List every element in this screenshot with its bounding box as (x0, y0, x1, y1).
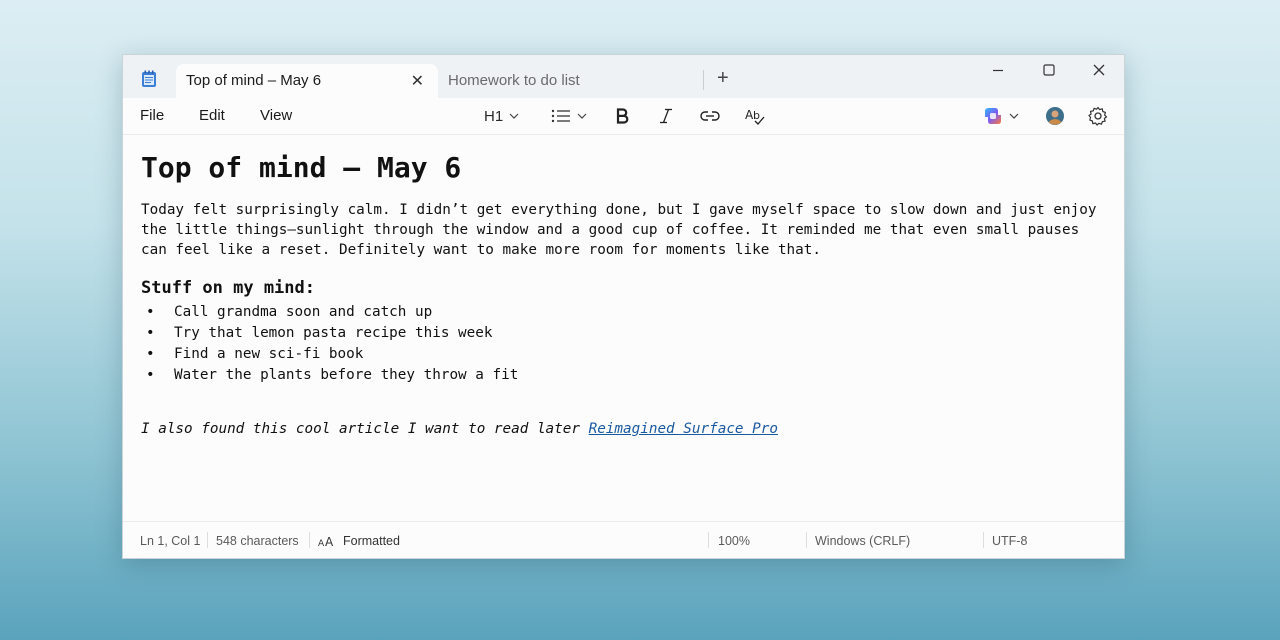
close-window-icon[interactable] (1084, 63, 1114, 87)
notepad-window: Top of mind – May 6 ✕ Homework to do lis… (122, 54, 1125, 559)
chevron-down-icon (509, 113, 519, 119)
spellcheck-icon: A b (745, 108, 765, 125)
bulleted-list-icon (551, 109, 570, 123)
list-dropdown[interactable] (551, 104, 587, 128)
tab-label: Homework to do list (448, 72, 580, 89)
link-icon (700, 111, 720, 121)
tab-divider (703, 70, 704, 90)
document-paragraph: Today felt surprisingly calm. I didn’t g… (141, 202, 1097, 258)
bulleted-list: Call grandma soon and catch up Try that … (141, 302, 518, 386)
chevron-down-icon (577, 113, 587, 119)
list-item: Find a new sci-fi book (141, 344, 518, 365)
status-divider (207, 532, 208, 548)
heading-level-label: H1 (484, 107, 504, 125)
tab-label: Top of mind – May 6 (186, 72, 322, 89)
heading-dropdown[interactable]: H1 (484, 104, 519, 128)
format-label: Formatted (343, 534, 400, 548)
italic-icon (660, 108, 672, 124)
status-divider (309, 532, 310, 548)
new-tab-plus-icon[interactable]: + (717, 67, 729, 90)
closing-text: I also found this cool article I want to… (141, 421, 589, 437)
minimize-icon[interactable] (983, 63, 1013, 87)
list-item: Water the plants before they throw a fit (141, 365, 518, 386)
status-divider (806, 532, 807, 548)
tab-homework[interactable]: Homework to do list (439, 64, 699, 98)
gear-icon (1088, 106, 1108, 126)
text-format-icon: A A (318, 535, 334, 547)
copilot-button[interactable] (983, 104, 1019, 128)
menu-file[interactable]: File (140, 107, 164, 124)
svg-text:b: b (753, 109, 760, 122)
bold-button[interactable] (615, 104, 629, 128)
chevron-down-icon (1009, 113, 1019, 119)
settings-button[interactable] (1088, 104, 1108, 128)
list-item: Call grandma soon and catch up (141, 302, 518, 323)
copilot-icon (985, 108, 1001, 124)
menu-bar: File Edit View H1 A b (123, 98, 1124, 135)
avatar-icon (1046, 107, 1064, 125)
title-bar: Top of mind – May 6 ✕ Homework to do lis… (123, 55, 1124, 98)
notepad-app-icon (141, 70, 157, 88)
zoom-level[interactable]: 100% (718, 534, 750, 548)
status-divider (708, 532, 709, 548)
article-link[interactable]: Reimagined Surface Pro (589, 421, 778, 437)
cursor-position: Ln 1, Col 1 (140, 534, 201, 548)
status-bar: Ln 1, Col 1 548 characters A A Formatted… (123, 521, 1124, 558)
bold-icon (616, 108, 629, 124)
insert-link-button[interactable] (700, 104, 720, 128)
status-divider (983, 532, 984, 548)
tab-top-of-mind[interactable]: Top of mind – May 6 ✕ (176, 64, 438, 98)
account-avatar[interactable] (1045, 104, 1065, 128)
italic-button[interactable] (658, 104, 674, 128)
character-count: 548 characters (216, 534, 299, 548)
document-title: Top of mind – May 6 (141, 151, 462, 184)
list-item: Try that lemon pasta recipe this week (141, 323, 518, 344)
formatting-toggle[interactable]: A A Formatted (318, 534, 400, 548)
spellcheck-button[interactable]: A b (745, 104, 765, 128)
menu-edit[interactable]: Edit (199, 107, 225, 124)
document-subheading: Stuff on my mind: (141, 278, 315, 298)
maximize-icon[interactable] (1034, 63, 1064, 87)
encoding[interactable]: UTF-8 (992, 534, 1027, 548)
svg-text:A: A (325, 535, 334, 547)
closing-line: I also found this cool article I want to… (141, 421, 778, 437)
svg-text:A: A (318, 539, 325, 547)
close-tab-icon[interactable]: ✕ (411, 71, 424, 91)
line-ending[interactable]: Windows (CRLF) (815, 534, 910, 548)
menu-view[interactable]: View (260, 107, 292, 124)
